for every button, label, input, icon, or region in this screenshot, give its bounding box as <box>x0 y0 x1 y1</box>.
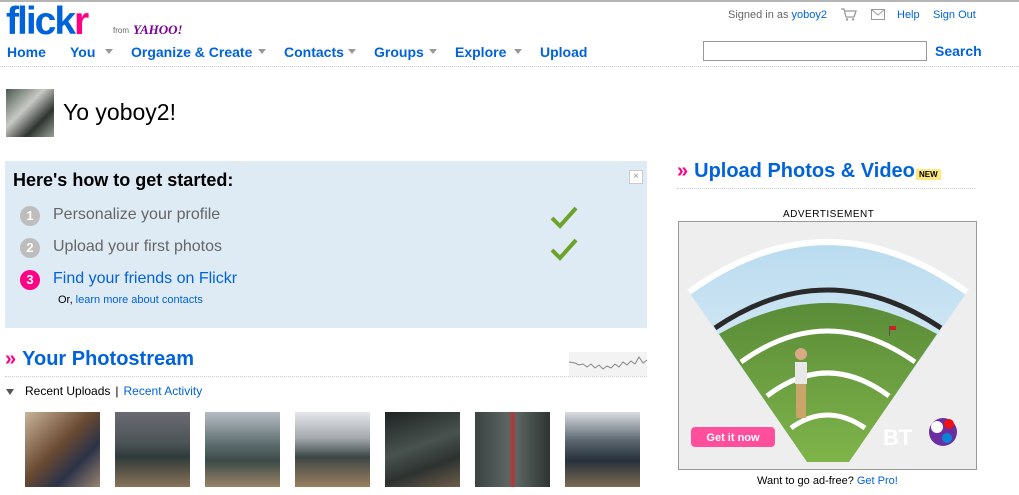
nav-groups-dropdown-icon[interactable] <box>429 49 437 54</box>
nav-you-dropdown-icon[interactable] <box>105 49 113 54</box>
yahoo-logo: YAHOO! <box>133 22 183 37</box>
tab-recent-activity[interactable]: Recent Activity <box>124 384 203 398</box>
get-started-title: Here's how to get started: <box>13 170 234 190</box>
nav-explore-dropdown-icon[interactable] <box>514 49 522 54</box>
nav-contacts[interactable]: Contacts <box>284 44 344 60</box>
photo-thumbnail[interactable] <box>475 412 550 487</box>
new-badge: NEW <box>916 169 941 180</box>
nav-explore[interactable]: Explore <box>455 44 506 60</box>
step-label[interactable]: Find your friends on Flickr <box>53 270 237 288</box>
sign-out-link[interactable]: Sign Out <box>933 9 976 21</box>
collapse-triangle-icon[interactable] <box>6 389 14 395</box>
cart-icon[interactable] <box>841 8 857 21</box>
close-icon[interactable]: × <box>629 170 643 184</box>
from-label: from <box>113 26 129 35</box>
signed-in-text: Signed in as yoboy2 <box>728 9 828 21</box>
get-started-panel: Here's how to get started: × 1 Personali… <box>5 161 647 328</box>
photostream-tabs: Recent Uploads | Recent Activity <box>25 384 203 398</box>
step-label[interactable]: Upload your first photos <box>53 238 222 256</box>
step-number: 2 <box>20 238 40 258</box>
top-border <box>0 0 1019 2</box>
photo-thumbnail[interactable] <box>115 412 190 487</box>
nav-contacts-dropdown-icon[interactable] <box>348 49 356 54</box>
learn-more-contacts-link[interactable]: learn more about contacts <box>76 294 203 306</box>
nav-divider <box>0 66 1019 67</box>
upload-divider <box>677 188 975 189</box>
photostream-divider <box>5 376 647 377</box>
flickr-logo[interactable]: flickr <box>6 0 89 44</box>
nav-groups[interactable]: Groups <box>374 44 424 60</box>
nav-organize-dropdown-icon[interactable] <box>258 49 266 54</box>
checkmark-icon <box>550 206 578 229</box>
photo-thumbnail[interactable] <box>25 412 100 487</box>
help-link[interactable]: Help <box>897 9 920 21</box>
photo-thumbnail[interactable] <box>205 412 280 487</box>
step-label[interactable]: Personalize your profile <box>53 206 220 224</box>
activity-sparkline[interactable] <box>569 352 647 376</box>
nav-home[interactable]: Home <box>7 44 46 60</box>
upload-heading[interactable]: » Upload Photos & Video <box>677 160 915 183</box>
contacts-help-text: Or, learn more about contacts <box>58 294 203 306</box>
nav-upload[interactable]: Upload <box>540 44 587 60</box>
ad-brand-logo: BT <box>883 425 913 450</box>
advertisement-banner[interactable]: Get it now BT <box>678 221 977 470</box>
photo-thumbnail[interactable] <box>385 412 460 487</box>
search-input[interactable] <box>703 41 927 61</box>
ad-cta-button[interactable]: Get it now <box>706 432 760 444</box>
search-button[interactable]: Search <box>935 43 982 59</box>
nav-you[interactable]: You <box>70 44 95 60</box>
tab-recent-uploads[interactable]: Recent Uploads <box>25 384 110 398</box>
avatar[interactable] <box>6 89 54 137</box>
mail-icon[interactable] <box>871 9 885 20</box>
greeting-heading: Yo yoboy2! <box>63 99 176 125</box>
advertisement-label: ADVERTISEMENT <box>783 209 875 220</box>
ad-golf-image: Get it now BT <box>687 239 969 462</box>
photo-thumbnail[interactable] <box>565 412 640 487</box>
get-pro-link[interactable]: Get Pro! <box>857 475 898 487</box>
photostream-heading[interactable]: » Your Photostream <box>5 348 194 371</box>
photo-thumbnail[interactable] <box>295 412 370 487</box>
username-link[interactable]: yoboy2 <box>792 9 827 21</box>
ad-free-text: Want to go ad-free? Get Pro! <box>757 475 898 487</box>
step-number: 3 <box>20 270 40 290</box>
nav-organize-create[interactable]: Organize & Create <box>131 44 252 60</box>
step-number: 1 <box>20 206 40 226</box>
checkmark-icon <box>550 238 578 261</box>
